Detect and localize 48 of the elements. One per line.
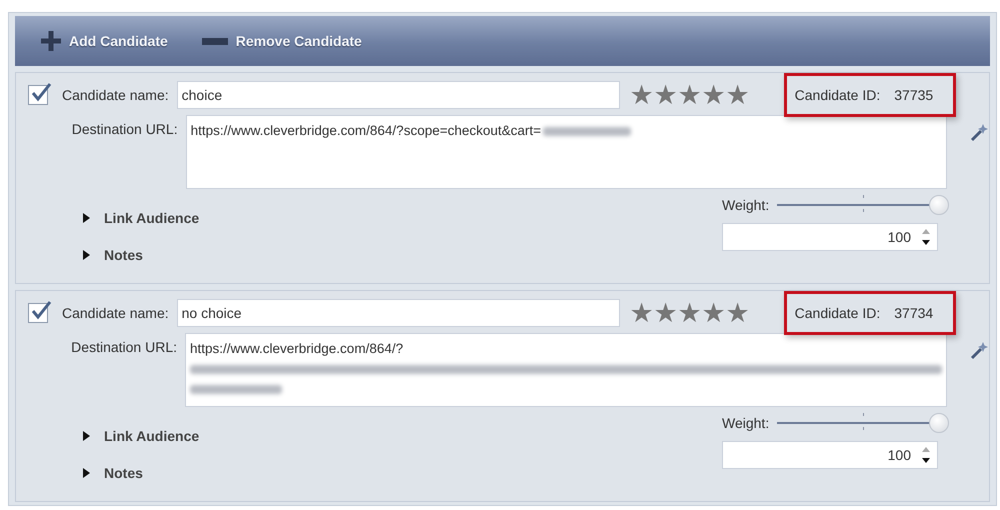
field-label: Destination URL: bbox=[70, 339, 177, 355]
section-toggle[interactable]: Notes bbox=[82, 465, 722, 481]
caret-right-icon bbox=[82, 468, 90, 478]
field-label: Candidate ID: bbox=[794, 305, 880, 321]
star-icon[interactable]: ★ bbox=[654, 81, 678, 109]
weight-spinner[interactable]: 100 bbox=[722, 441, 938, 469]
add-candidate-button[interactable]: Add Candidate bbox=[39, 27, 170, 55]
plus-icon bbox=[41, 31, 61, 51]
field-label: Candidate ID: bbox=[794, 87, 880, 103]
star-rating[interactable]: ★★★★★ bbox=[630, 299, 750, 327]
star-icon[interactable]: ★ bbox=[678, 81, 702, 109]
star-icon[interactable]: ★ bbox=[678, 299, 702, 327]
name-field[interactable]: no choice bbox=[176, 299, 620, 327]
weight-label: Weight: bbox=[722, 197, 770, 213]
section-toggle[interactable]: Link Audience bbox=[82, 428, 722, 444]
spin-arrows-icon[interactable] bbox=[921, 446, 931, 464]
slider-thumb[interactable] bbox=[929, 413, 950, 433]
weight-slider[interactable] bbox=[777, 413, 950, 433]
field-label: Destination URL: bbox=[70, 121, 178, 137]
url-field[interactable]: https://www.cleverbridge.com/864/?scope=checkout&cart= bbox=[186, 115, 947, 189]
star-icon[interactable]: ★ bbox=[726, 299, 750, 327]
weight-label: Weight: bbox=[722, 415, 770, 431]
candidate-id: 37734 bbox=[894, 305, 934, 321]
wand-icon[interactable] bbox=[969, 341, 989, 361]
url-field[interactable]: https://www.cleverbridge.com/864/? bbox=[185, 333, 947, 407]
weight-slider[interactable] bbox=[777, 195, 950, 215]
field-label: Candidate name: bbox=[62, 87, 169, 103]
caret-right-icon bbox=[82, 213, 90, 223]
star-icon[interactable]: ★ bbox=[630, 81, 654, 109]
caret-right-icon bbox=[82, 250, 90, 260]
wand-icon[interactable] bbox=[969, 123, 989, 143]
star-icon[interactable]: ★ bbox=[630, 299, 654, 327]
name-field[interactable]: choice bbox=[176, 81, 620, 109]
section-toggle[interactable]: Link Audience bbox=[82, 210, 722, 226]
field-label: Candidate name: bbox=[62, 305, 169, 321]
weight-spinner[interactable]: 100 bbox=[722, 223, 938, 251]
spin-arrows-icon[interactable] bbox=[921, 228, 931, 246]
section-toggle[interactable]: Notes bbox=[82, 247, 722, 263]
caret-right-icon bbox=[82, 431, 90, 441]
star-icon[interactable]: ★ bbox=[702, 299, 726, 327]
star-icon[interactable]: ★ bbox=[726, 81, 750, 109]
star-rating[interactable]: ★★★★★ bbox=[630, 81, 750, 109]
minus-icon bbox=[202, 38, 228, 44]
candidate-id: 37735 bbox=[894, 87, 934, 103]
slider-thumb[interactable] bbox=[929, 195, 950, 215]
star-icon[interactable]: ★ bbox=[702, 81, 726, 109]
remove-candidate-button[interactable]: Remove Candidate bbox=[200, 29, 364, 53]
star-icon[interactable]: ★ bbox=[654, 299, 678, 327]
